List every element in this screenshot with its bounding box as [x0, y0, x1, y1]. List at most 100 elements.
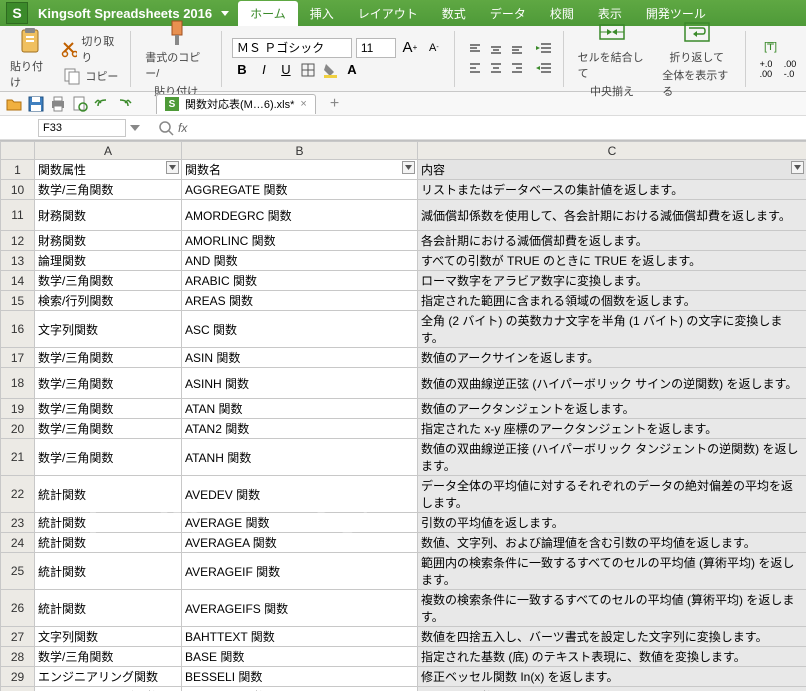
align-top-button[interactable] — [465, 40, 485, 58]
cell[interactable]: 財務関数 — [35, 200, 182, 231]
cell[interactable]: 指定された x-y 座標のアークタンジェントを返します。 — [418, 419, 806, 439]
row-header[interactable]: 18 — [1, 368, 35, 399]
cell[interactable]: 数学/三角関数 — [35, 399, 182, 419]
cell[interactable]: 統計関数 — [35, 476, 182, 513]
cell[interactable]: 統計関数 — [35, 553, 182, 590]
row-header[interactable]: 26 — [1, 590, 35, 627]
cell[interactable]: ARABIC 関数 — [182, 271, 418, 291]
row-header[interactable]: 27 — [1, 627, 35, 647]
tab-layout[interactable]: レイアウト — [346, 1, 430, 26]
filter-dropdown-icon[interactable] — [166, 161, 179, 174]
cell[interactable]: ベッセル関数 Jn(x) を返します。 — [418, 687, 806, 691]
font-name-select[interactable]: ＭＳ Ｐゴシック — [232, 38, 352, 58]
wrap-text-button[interactable]: 折り返して 全体を表示する — [658, 17, 735, 101]
cell[interactable]: 指定された範囲に含まれる領域の個数を返します。 — [418, 291, 806, 311]
select-all-corner[interactable] — [1, 142, 35, 160]
cell[interactable]: 数値、文字列、および論理値を含む引数の平均値を返します。 — [418, 533, 806, 553]
cell[interactable]: AVERAGE 関数 — [182, 513, 418, 533]
titlebar-dropdown[interactable] — [218, 0, 232, 26]
increase-indent-button[interactable] — [535, 61, 553, 77]
filter-dropdown-icon[interactable] — [791, 161, 804, 174]
tab-formula[interactable]: 数式 — [430, 1, 478, 26]
number-format-button[interactable]: [₸] — [764, 39, 792, 53]
cell[interactable]: 数学/三角関数 — [35, 180, 182, 200]
cell[interactable]: 全角 (2 バイト) の英数カナ文字を半角 (1 バイト) の文字に変換します。 — [418, 311, 806, 348]
cell[interactable]: 減価償却係数を使用して、各会計期における減価償却費を返します。 — [418, 200, 806, 231]
cell[interactable]: AGGREGATE 関数 — [182, 180, 418, 200]
col-header-C[interactable]: C — [418, 142, 806, 160]
cell[interactable]: 関数名 — [182, 160, 418, 180]
filter-dropdown-icon[interactable] — [402, 161, 415, 174]
row-header[interactable]: 17 — [1, 348, 35, 368]
cell[interactable]: 数学/三角関数 — [35, 419, 182, 439]
cell[interactable]: 統計関数 — [35, 513, 182, 533]
cell[interactable]: 財務関数 — [35, 231, 182, 251]
cell[interactable]: ローマ数字をアラビア数字に変換します。 — [418, 271, 806, 291]
cell[interactable]: AREAS 関数 — [182, 291, 418, 311]
workbook-tab[interactable]: S 関数対応表(M…6).xls* × — [156, 94, 316, 114]
cell[interactable]: 範囲内の検索条件に一致するすべてのセルの平均値 (算術平均) を返します。 — [418, 553, 806, 590]
cell[interactable]: 数学/三角関数 — [35, 439, 182, 476]
decrease-decimal-button[interactable]: .00-.0 — [780, 59, 800, 79]
formula-input[interactable] — [191, 119, 800, 137]
row-header[interactable]: 16 — [1, 311, 35, 348]
cell[interactable]: 数値の双曲線逆正弦 (ハイパーボリック サインの逆関数) を返します。 — [418, 368, 806, 399]
col-header-B[interactable]: B — [182, 142, 418, 160]
name-box[interactable]: F33 — [38, 119, 126, 137]
cell[interactable]: 数値のアークタンジェントを返します。 — [418, 399, 806, 419]
row-header[interactable]: 25 — [1, 553, 35, 590]
cell[interactable]: 各会計期における減価償却費を返します。 — [418, 231, 806, 251]
cell[interactable]: 指定された基数 (底) のテキスト表現に、数値を変換します。 — [418, 647, 806, 667]
cell[interactable]: AMORLINC 関数 — [182, 231, 418, 251]
format-painter-button[interactable]: 書式のコピー/ 貼り付け — [141, 17, 211, 101]
row-header[interactable]: 20 — [1, 419, 35, 439]
align-center-button[interactable] — [486, 59, 506, 77]
row-header[interactable]: 22 — [1, 476, 35, 513]
row-header[interactable]: 1 — [1, 160, 35, 180]
cell[interactable]: AVERAGEIF 関数 — [182, 553, 418, 590]
copy-button[interactable]: コピー — [63, 67, 118, 85]
cell[interactable]: 統計関数 — [35, 533, 182, 553]
cell[interactable]: 複数の検索条件に一致するすべてのセルの平均値 (算術平均) を返します。 — [418, 590, 806, 627]
align-middle-button[interactable] — [486, 40, 506, 58]
cell[interactable]: ASC 関数 — [182, 311, 418, 348]
row-header[interactable]: 24 — [1, 533, 35, 553]
underline-button[interactable]: U — [276, 60, 296, 80]
row-header[interactable]: 23 — [1, 513, 35, 533]
cell[interactable]: 数学/三角関数 — [35, 368, 182, 399]
cell[interactable]: 数値のアークサインを返します。 — [418, 348, 806, 368]
cell[interactable]: AVERAGEIFS 関数 — [182, 590, 418, 627]
row-header[interactable]: 29 — [1, 667, 35, 687]
row-header[interactable]: 12 — [1, 231, 35, 251]
cell[interactable]: BASE 関数 — [182, 647, 418, 667]
cell[interactable]: 数学/三角関数 — [35, 647, 182, 667]
cell[interactable]: 文字列関数 — [35, 627, 182, 647]
cell[interactable]: BESSELI 関数 — [182, 667, 418, 687]
cell[interactable]: データ全体の平均値に対するそれぞれのデータの絶対偏差の平均を返します。 — [418, 476, 806, 513]
cell[interactable]: 関数属性 — [35, 160, 182, 180]
row-header[interactable]: 19 — [1, 399, 35, 419]
tab-insert[interactable]: 挿入 — [298, 1, 346, 26]
col-header-A[interactable]: A — [35, 142, 182, 160]
undo-icon[interactable] — [94, 96, 110, 112]
cell[interactable]: 論理関数 — [35, 251, 182, 271]
cell[interactable]: 引数の平均値を返します。 — [418, 513, 806, 533]
name-box-dropdown-icon[interactable] — [130, 125, 140, 131]
cell[interactable]: ASINH 関数 — [182, 368, 418, 399]
italic-button[interactable]: I — [254, 60, 274, 80]
row-header[interactable]: 21 — [1, 439, 35, 476]
open-icon[interactable] — [6, 96, 22, 112]
cell[interactable]: ATAN2 関数 — [182, 419, 418, 439]
zoom-formula-icon[interactable] — [158, 120, 174, 136]
align-right-button[interactable] — [507, 59, 527, 77]
cell[interactable]: すべての引数が TRUE のときに TRUE を返します。 — [418, 251, 806, 271]
cell[interactable]: リストまたはデータベースの集計値を返します。 — [418, 180, 806, 200]
row-header[interactable]: 13 — [1, 251, 35, 271]
cell[interactable]: AND 関数 — [182, 251, 418, 271]
print-preview-icon[interactable] — [72, 96, 88, 112]
cell[interactable]: 統計関数 — [35, 590, 182, 627]
cell[interactable]: BAHTTEXT 関数 — [182, 627, 418, 647]
bold-button[interactable]: B — [232, 60, 252, 80]
cell[interactable]: 修正ベッセル関数 In(x) を返します。 — [418, 667, 806, 687]
row-header[interactable]: 10 — [1, 180, 35, 200]
